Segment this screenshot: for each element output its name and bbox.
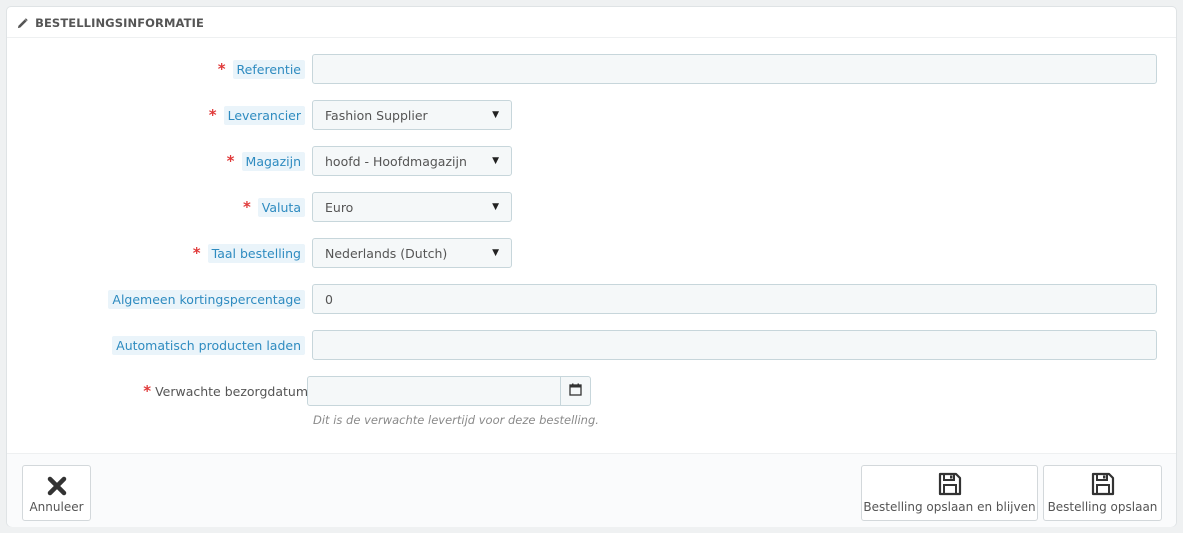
- autoload-row: Automatisch producten laden: [7, 330, 1176, 360]
- order-language-row: * Taal bestelling Nederlands (Dutch) ▼: [7, 238, 1176, 268]
- required-marker: *: [143, 382, 152, 400]
- save-icon: [938, 472, 961, 496]
- panel-heading: BESTELLINGSINFORMATIE: [7, 7, 1176, 38]
- order-language-selected-value: Nederlands (Dutch): [325, 245, 448, 261]
- currency-row: * Valuta Euro ▼: [7, 192, 1176, 222]
- pencil-icon: [17, 18, 28, 32]
- caret-down-icon: ▼: [492, 156, 499, 166]
- required-marker: *: [217, 60, 226, 78]
- discount-label-wrap: Algemeen kortingspercentage: [108, 284, 305, 314]
- autoload-label-wrap: Automatisch producten laden: [112, 330, 305, 360]
- supplier-label: Leverancier: [223, 105, 305, 125]
- caret-down-icon: ▼: [492, 110, 499, 120]
- expected-date-input[interactable]: [307, 376, 561, 406]
- currency-select[interactable]: Euro ▼: [312, 192, 512, 222]
- save-icon: [1091, 472, 1114, 496]
- cancel-button-label: Annuleer: [29, 500, 84, 514]
- save-button[interactable]: Bestelling opslaan: [1043, 465, 1162, 521]
- required-marker: *: [226, 152, 235, 170]
- expected-date-label-wrap: * Verwachte bezorgdatum: [143, 376, 308, 406]
- warehouse-selected-value: hoofd - Hoofdmagazijn: [325, 153, 467, 169]
- caret-down-icon: ▼: [492, 202, 499, 212]
- expected-date-row: * Verwachte bezorgdatum: [7, 376, 1176, 406]
- order-language-label: Taal bestelling: [207, 243, 305, 263]
- close-icon: [47, 476, 66, 496]
- order-language-select[interactable]: Nederlands (Dutch) ▼: [312, 238, 512, 268]
- currency-selected-value: Euro: [325, 199, 354, 215]
- panel-footer: Annuleer Bestelling opslaan en blijven B…: [7, 453, 1176, 527]
- warehouse-label-wrap: * Magazijn: [227, 146, 305, 176]
- warehouse-label: Magazijn: [241, 151, 305, 171]
- order-info-panel: BESTELLINGSINFORMATIE * Referentie * Lev…: [6, 6, 1177, 527]
- supplier-row: * Leverancier Fashion Supplier ▼: [7, 100, 1176, 130]
- caret-down-icon: ▼: [492, 248, 499, 258]
- calendar-icon: [569, 383, 582, 399]
- required-marker: *: [242, 198, 251, 216]
- save-button-label: Bestelling opslaan: [1047, 500, 1158, 514]
- currency-label-wrap: * Valuta: [243, 192, 305, 222]
- required-marker: *: [192, 244, 201, 262]
- panel-title: BESTELLINGSINFORMATIE: [35, 16, 204, 30]
- reference-row: * Referentie: [7, 54, 1176, 84]
- discount-label: Algemeen kortingspercentage: [108, 289, 305, 309]
- reference-input[interactable]: [312, 54, 1157, 84]
- calendar-button[interactable]: [560, 376, 591, 406]
- warehouse-row: * Magazijn hoofd - Hoofdmagazijn ▼: [7, 146, 1176, 176]
- expected-date-help: Dit is de verwachte levertijd voor deze …: [313, 413, 599, 427]
- reference-label: Referentie: [232, 59, 305, 79]
- autoload-label: Automatisch producten laden: [112, 335, 305, 355]
- currency-label: Valuta: [257, 197, 305, 217]
- discount-input[interactable]: 0: [312, 284, 1157, 314]
- warehouse-select[interactable]: hoofd - Hoofdmagazijn ▼: [312, 146, 512, 176]
- save-and-stay-button[interactable]: Bestelling opslaan en blijven: [861, 465, 1038, 521]
- order-language-label-wrap: * Taal bestelling: [193, 238, 305, 268]
- supplier-label-wrap: * Leverancier: [209, 100, 305, 130]
- cancel-button[interactable]: Annuleer: [22, 465, 91, 521]
- discount-row: Algemeen kortingspercentage 0: [7, 284, 1176, 314]
- supplier-selected-value: Fashion Supplier: [325, 107, 428, 123]
- required-marker: *: [208, 106, 217, 124]
- autoload-input[interactable]: [312, 330, 1157, 360]
- supplier-select[interactable]: Fashion Supplier ▼: [312, 100, 512, 130]
- save-and-stay-label: Bestelling opslaan en blijven: [863, 500, 1036, 514]
- reference-label-wrap: * Referentie: [218, 54, 305, 84]
- expected-date-label: Verwachte bezorgdatum: [155, 383, 308, 399]
